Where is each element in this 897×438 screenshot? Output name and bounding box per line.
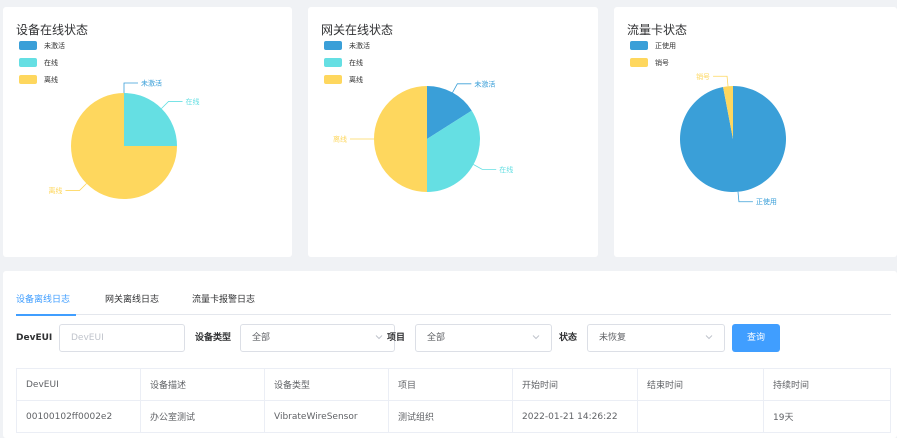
legend-swatch [630,41,648,50]
tab-device-offline-log[interactable]: 设备离线日志 [16,293,76,316]
cell-project: 测试组织 [388,400,513,433]
filter-row: DevEUI DevEUI 设备类型 全部 项目 全部 状态 未恢复 查询 [16,324,896,352]
legend-item-offline[interactable]: 离线 [19,71,65,88]
gateway-status-title: 网关在线状态 [321,23,394,37]
column-header-description[interactable]: 设备描述 [140,368,265,401]
slice-leader-line [713,75,729,87]
legend-label: 在线 [349,58,363,67]
legend-item-online[interactable]: 在线 [19,54,65,71]
slice-leader-line [737,191,753,203]
slice-label: 正使用 [756,197,777,206]
slice-label: 销号 [696,72,710,81]
column-header-device-type[interactable]: 设备类型 [264,368,389,401]
query-button[interactable]: 查询 [732,324,780,352]
pie-slice[interactable] [374,86,427,192]
log-panel: 设备离线日志 网关离线日志 流量卡报警日志 DevEUI DevEUI 设备类型… [3,271,897,438]
slice-leader-line [123,82,138,93]
device-type-select[interactable]: 全部 [240,324,395,352]
cell-deveui: 00100102ff0002e2 [16,400,141,433]
tab-label: 流量卡报警日志 [192,295,256,305]
chevron-down-icon [705,335,713,340]
slice-leader-line [161,101,183,109]
log-tabs: 设备离线日志 网关离线日志 流量卡报警日志 [16,293,891,316]
deveui-label: DevEUI [16,333,53,343]
deveui-input[interactable]: DevEUI [59,324,185,352]
device-status-title: 设备在线状态 [16,23,89,37]
tab-sim-alarm-log[interactable]: 流量卡报警日志 [192,293,255,315]
legend-swatch [630,58,648,67]
sim-card-status-card: 正使用 销号 流量卡状态 正使用 销号 [614,7,897,257]
column-header-project[interactable]: 项目 [388,368,513,401]
slice-label: 未激活 [474,79,495,88]
cell-duration: 19天 [763,400,891,433]
legend-label: 未激活 [349,41,370,50]
legend-item-inactive[interactable]: 未激活 [324,37,370,54]
column-header-duration[interactable]: 持续时间 [763,368,891,401]
gateway-status-card: 未激活 在线 离线 网关在线状态 未激活 在线 离线 [308,7,598,257]
tab-active-indicator [16,314,76,316]
slice-leader-line [65,183,87,191]
status-select[interactable]: 未恢复 [587,324,725,352]
legend-label: 离线 [44,75,58,84]
legend-label: 在线 [44,58,58,67]
slice-label: 未激活 [141,79,162,88]
device-status-legend: 未激活 在线 离线 [19,37,65,88]
project-select[interactable]: 全部 [415,324,552,352]
legend-swatch [19,41,37,50]
project-value: 全部 [427,333,446,343]
legend-swatch [324,41,342,50]
table-header-row: DevEUI 设备描述 设备类型 项目 开始时间 结束时间 持续时间 [16,368,891,401]
legend-swatch [19,75,37,84]
legend-label: 销号 [655,58,669,67]
legend-item-inactive[interactable]: 未激活 [19,37,65,54]
sim-card-status-title: 流量卡状态 [627,23,688,37]
legend-item-online[interactable]: 在线 [324,54,370,71]
slice-leader-line [473,164,497,170]
legend-label: 未激活 [44,41,65,50]
device-type-value: 全部 [252,333,271,343]
slice-label: 在线 [186,97,200,106]
project-label: 项目 [387,333,406,343]
legend-swatch [324,75,342,84]
cell-end-time [637,400,764,433]
status-value: 未恢复 [599,333,627,343]
legend-label: 正使用 [655,41,676,50]
legend-label: 离线 [349,75,363,84]
legend-item-in-use[interactable]: 正使用 [630,37,676,54]
device-type-label: 设备类型 [195,333,232,343]
status-label: 状态 [559,333,578,343]
slice-label: 离线 [48,186,62,195]
log-table: DevEUI 设备描述 设备类型 项目 开始时间 结束时间 持续时间 00100… [16,368,891,433]
column-header-deveui[interactable]: DevEUI [16,368,141,401]
slice-label: 离线 [333,135,347,144]
tab-label: 设备离线日志 [16,295,71,305]
device-status-card: 未激活 在线 离线 设备在线状态 未激活 在线 离线 [3,7,292,257]
legend-swatch [19,58,37,67]
column-header-start-time[interactable]: 开始时间 [512,368,638,401]
slice-leader-line [452,83,472,93]
legend-item-offline[interactable]: 离线 [324,71,370,88]
tab-gateway-offline-log[interactable]: 网关离线日志 [105,293,159,315]
slice-label: 在线 [499,165,513,174]
pie-slice[interactable] [124,93,177,146]
cell-description: 办公室测试 [140,400,265,433]
chevron-down-icon [532,335,540,340]
legend-item-cancelled[interactable]: 销号 [630,54,676,71]
cell-start-time: 2022-01-21 14:26:22 [512,400,638,433]
table-row[interactable]: 00100102ff0002e2 办公室测试 VibrateWireSensor… [16,400,891,433]
gateway-status-legend: 未激活 在线 离线 [324,37,370,88]
tab-label: 网关离线日志 [105,295,160,305]
cell-device-type: VibrateWireSensor [264,400,389,433]
chevron-down-icon [375,335,383,340]
sim-card-status-legend: 正使用 销号 [630,37,676,71]
legend-swatch [324,58,342,67]
column-header-end-time[interactable]: 结束时间 [637,368,764,401]
